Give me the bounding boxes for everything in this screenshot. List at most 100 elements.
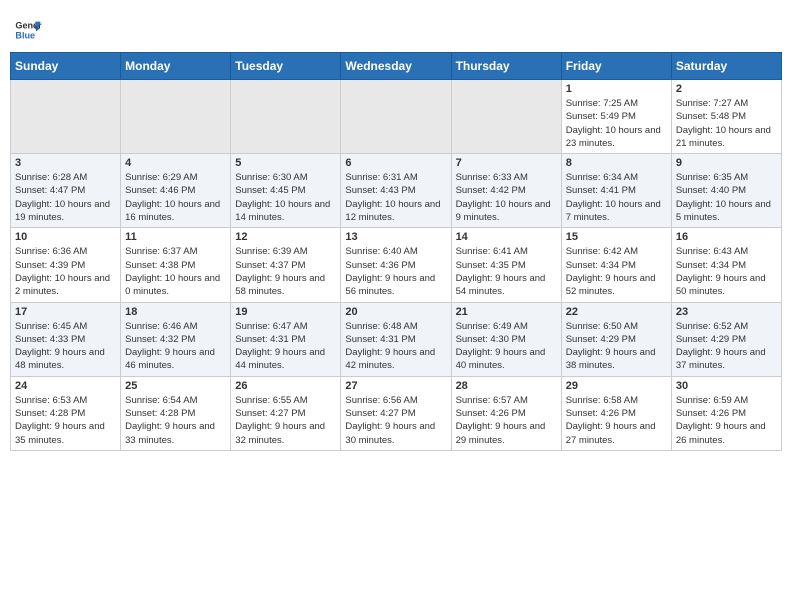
calendar-cell: 23 Sunrise: 6:52 AM Sunset: 4:29 PM Dayli… <box>671 302 781 376</box>
day-number: 10 <box>15 231 116 243</box>
logo: General Blue <box>14 16 42 44</box>
day-number: 3 <box>15 157 116 169</box>
calendar-cell <box>11 80 121 154</box>
calendar-cell: 22 Sunrise: 6:50 AM Sunset: 4:29 PM Dayli… <box>561 302 671 376</box>
day-number: 4 <box>125 157 226 169</box>
day-header-saturday: Saturday <box>671 53 781 80</box>
day-header-wednesday: Wednesday <box>341 53 451 80</box>
day-number: 19 <box>235 306 336 318</box>
header: General Blue <box>10 10 782 44</box>
day-info: Sunrise: 6:31 AM Sunset: 4:43 PM Dayligh… <box>345 171 446 224</box>
calendar-cell: 7 Sunrise: 6:33 AM Sunset: 4:42 PM Daylig… <box>451 154 561 228</box>
calendar-cell: 10 Sunrise: 6:36 AM Sunset: 4:39 PM Dayli… <box>11 228 121 302</box>
calendar-cell: 29 Sunrise: 6:58 AM Sunset: 4:26 PM Dayli… <box>561 376 671 450</box>
calendar-cell: 8Sunrise: 6:34 AM Sunset: 4:41 PM Daylig… <box>561 154 671 228</box>
day-info: Sunrise: 6:41 AM Sunset: 4:35 PM Dayligh… <box>456 245 557 298</box>
day-number: 11 <box>125 231 226 243</box>
calendar-week-1: 1 Sunrise: 7:25 AM Sunset: 5:49 PM Daylig… <box>11 80 782 154</box>
day-info: Sunrise: 6:56 AM Sunset: 4:27 PM Dayligh… <box>345 394 446 447</box>
day-info: Sunrise: 6:49 AM Sunset: 4:30 PM Dayligh… <box>456 320 557 373</box>
calendar-table: SundayMondayTuesdayWednesdayThursdayFrid… <box>10 52 782 451</box>
day-number: 23 <box>676 306 777 318</box>
day-header-monday: Monday <box>121 53 231 80</box>
calendar-cell: 26 Sunrise: 6:55 AM Sunset: 4:27 PM Dayli… <box>231 376 341 450</box>
day-number: 5 <box>235 157 336 169</box>
calendar-cell: 17Sunrise: 6:45 AM Sunset: 4:33 PM Dayli… <box>11 302 121 376</box>
day-info: Sunrise: 6:30 AM Sunset: 4:45 PM Dayligh… <box>235 171 336 224</box>
day-info: Sunrise: 6:47 AM Sunset: 4:31 PM Dayligh… <box>235 320 336 373</box>
calendar-week-3: 10 Sunrise: 6:36 AM Sunset: 4:39 PM Dayli… <box>11 228 782 302</box>
day-info: Sunrise: 6:40 AM Sunset: 4:36 PM Dayligh… <box>345 245 446 298</box>
day-header-thursday: Thursday <box>451 53 561 80</box>
day-number: 20 <box>345 306 446 318</box>
calendar-week-2: 3 Sunrise: 6:28 AM Sunset: 4:47 PM Daylig… <box>11 154 782 228</box>
calendar-week-5: 24 Sunrise: 6:53 AM Sunset: 4:28 PM Dayli… <box>11 376 782 450</box>
day-number: 1 <box>566 83 667 95</box>
day-number: 9 <box>676 157 777 169</box>
day-info: Sunrise: 6:48 AM Sunset: 4:31 PM Dayligh… <box>345 320 446 373</box>
day-info: Sunrise: 6:42 AM Sunset: 4:34 PM Dayligh… <box>566 245 667 298</box>
calendar-cell: 30 Sunrise: 6:59 AM Sunset: 4:26 PM Dayli… <box>671 376 781 450</box>
svg-text:Blue: Blue <box>15 30 35 40</box>
day-number: 22 <box>566 306 667 318</box>
day-info: Sunrise: 6:46 AM Sunset: 4:32 PM Dayligh… <box>125 320 226 373</box>
calendar-cell: 4 Sunrise: 6:29 AM Sunset: 4:46 PM Daylig… <box>121 154 231 228</box>
calendar-cell: 14 Sunrise: 6:41 AM Sunset: 4:35 PM Dayli… <box>451 228 561 302</box>
day-number: 12 <box>235 231 336 243</box>
day-number: 28 <box>456 380 557 392</box>
day-info: Sunrise: 6:54 AM Sunset: 4:28 PM Dayligh… <box>125 394 226 447</box>
calendar-cell: 9 Sunrise: 6:35 AM Sunset: 4:40 PM Daylig… <box>671 154 781 228</box>
day-header-sunday: Sunday <box>11 53 121 80</box>
calendar-cell: 15 Sunrise: 6:42 AM Sunset: 4:34 PM Dayli… <box>561 228 671 302</box>
day-info: Sunrise: 6:52 AM Sunset: 4:29 PM Dayligh… <box>676 320 777 373</box>
calendar-header-row: SundayMondayTuesdayWednesdayThursdayFrid… <box>11 53 782 80</box>
calendar-cell: 18 Sunrise: 6:46 AM Sunset: 4:32 PM Dayli… <box>121 302 231 376</box>
day-info: Sunrise: 6:37 AM Sunset: 4:38 PM Dayligh… <box>125 245 226 298</box>
calendar-cell: 12 Sunrise: 6:39 AM Sunset: 4:37 PM Dayli… <box>231 228 341 302</box>
day-number: 26 <box>235 380 336 392</box>
day-number: 6 <box>345 157 446 169</box>
calendar-cell <box>451 80 561 154</box>
day-info: Sunrise: 6:58 AM Sunset: 4:26 PM Dayligh… <box>566 394 667 447</box>
calendar-cell <box>341 80 451 154</box>
day-info: Sunrise: 6:33 AM Sunset: 4:42 PM Dayligh… <box>456 171 557 224</box>
calendar-cell: 11 Sunrise: 6:37 AM Sunset: 4:38 PM Dayli… <box>121 228 231 302</box>
day-info: Sunrise: 6:28 AM Sunset: 4:47 PM Dayligh… <box>15 171 116 224</box>
day-info: Sunrise: 7:25 AM Sunset: 5:49 PM Dayligh… <box>566 97 667 150</box>
day-header-friday: Friday <box>561 53 671 80</box>
day-number: 14 <box>456 231 557 243</box>
day-info: Sunrise: 6:50 AM Sunset: 4:29 PM Dayligh… <box>566 320 667 373</box>
day-info: Sunrise: 6:55 AM Sunset: 4:27 PM Dayligh… <box>235 394 336 447</box>
day-info: Sunrise: 6:57 AM Sunset: 4:26 PM Dayligh… <box>456 394 557 447</box>
calendar-cell <box>231 80 341 154</box>
day-number: 7 <box>456 157 557 169</box>
day-info: Sunrise: 6:29 AM Sunset: 4:46 PM Dayligh… <box>125 171 226 224</box>
day-info: Sunrise: 6:43 AM Sunset: 4:34 PM Dayligh… <box>676 245 777 298</box>
day-info: Sunrise: 6:36 AM Sunset: 4:39 PM Dayligh… <box>15 245 116 298</box>
calendar-cell <box>121 80 231 154</box>
day-info: Sunrise: 6:53 AM Sunset: 4:28 PM Dayligh… <box>15 394 116 447</box>
day-number: 27 <box>345 380 446 392</box>
calendar-week-4: 17Sunrise: 6:45 AM Sunset: 4:33 PM Dayli… <box>11 302 782 376</box>
day-number: 2 <box>676 83 777 95</box>
day-number: 30 <box>676 380 777 392</box>
calendar-cell: 13Sunrise: 6:40 AM Sunset: 4:36 PM Dayli… <box>341 228 451 302</box>
calendar-cell: 27 Sunrise: 6:56 AM Sunset: 4:27 PM Dayli… <box>341 376 451 450</box>
day-number: 25 <box>125 380 226 392</box>
day-number: 16 <box>676 231 777 243</box>
calendar-cell: 3 Sunrise: 6:28 AM Sunset: 4:47 PM Daylig… <box>11 154 121 228</box>
day-info: Sunrise: 6:34 AM Sunset: 4:41 PM Dayligh… <box>566 171 667 224</box>
logo-icon: General Blue <box>14 16 42 44</box>
calendar-cell: 6 Sunrise: 6:31 AM Sunset: 4:43 PM Daylig… <box>341 154 451 228</box>
calendar-cell: 21Sunrise: 6:49 AM Sunset: 4:30 PM Dayli… <box>451 302 561 376</box>
calendar-cell: 1 Sunrise: 7:25 AM Sunset: 5:49 PM Daylig… <box>561 80 671 154</box>
day-number: 15 <box>566 231 667 243</box>
day-info: Sunrise: 6:45 AM Sunset: 4:33 PM Dayligh… <box>15 320 116 373</box>
day-info: Sunrise: 6:35 AM Sunset: 4:40 PM Dayligh… <box>676 171 777 224</box>
calendar-cell: 24 Sunrise: 6:53 AM Sunset: 4:28 PM Dayli… <box>11 376 121 450</box>
day-number: 29 <box>566 380 667 392</box>
day-number: 18 <box>125 306 226 318</box>
day-number: 24 <box>15 380 116 392</box>
day-info: Sunrise: 6:59 AM Sunset: 4:26 PM Dayligh… <box>676 394 777 447</box>
day-info: Sunrise: 6:39 AM Sunset: 4:37 PM Dayligh… <box>235 245 336 298</box>
